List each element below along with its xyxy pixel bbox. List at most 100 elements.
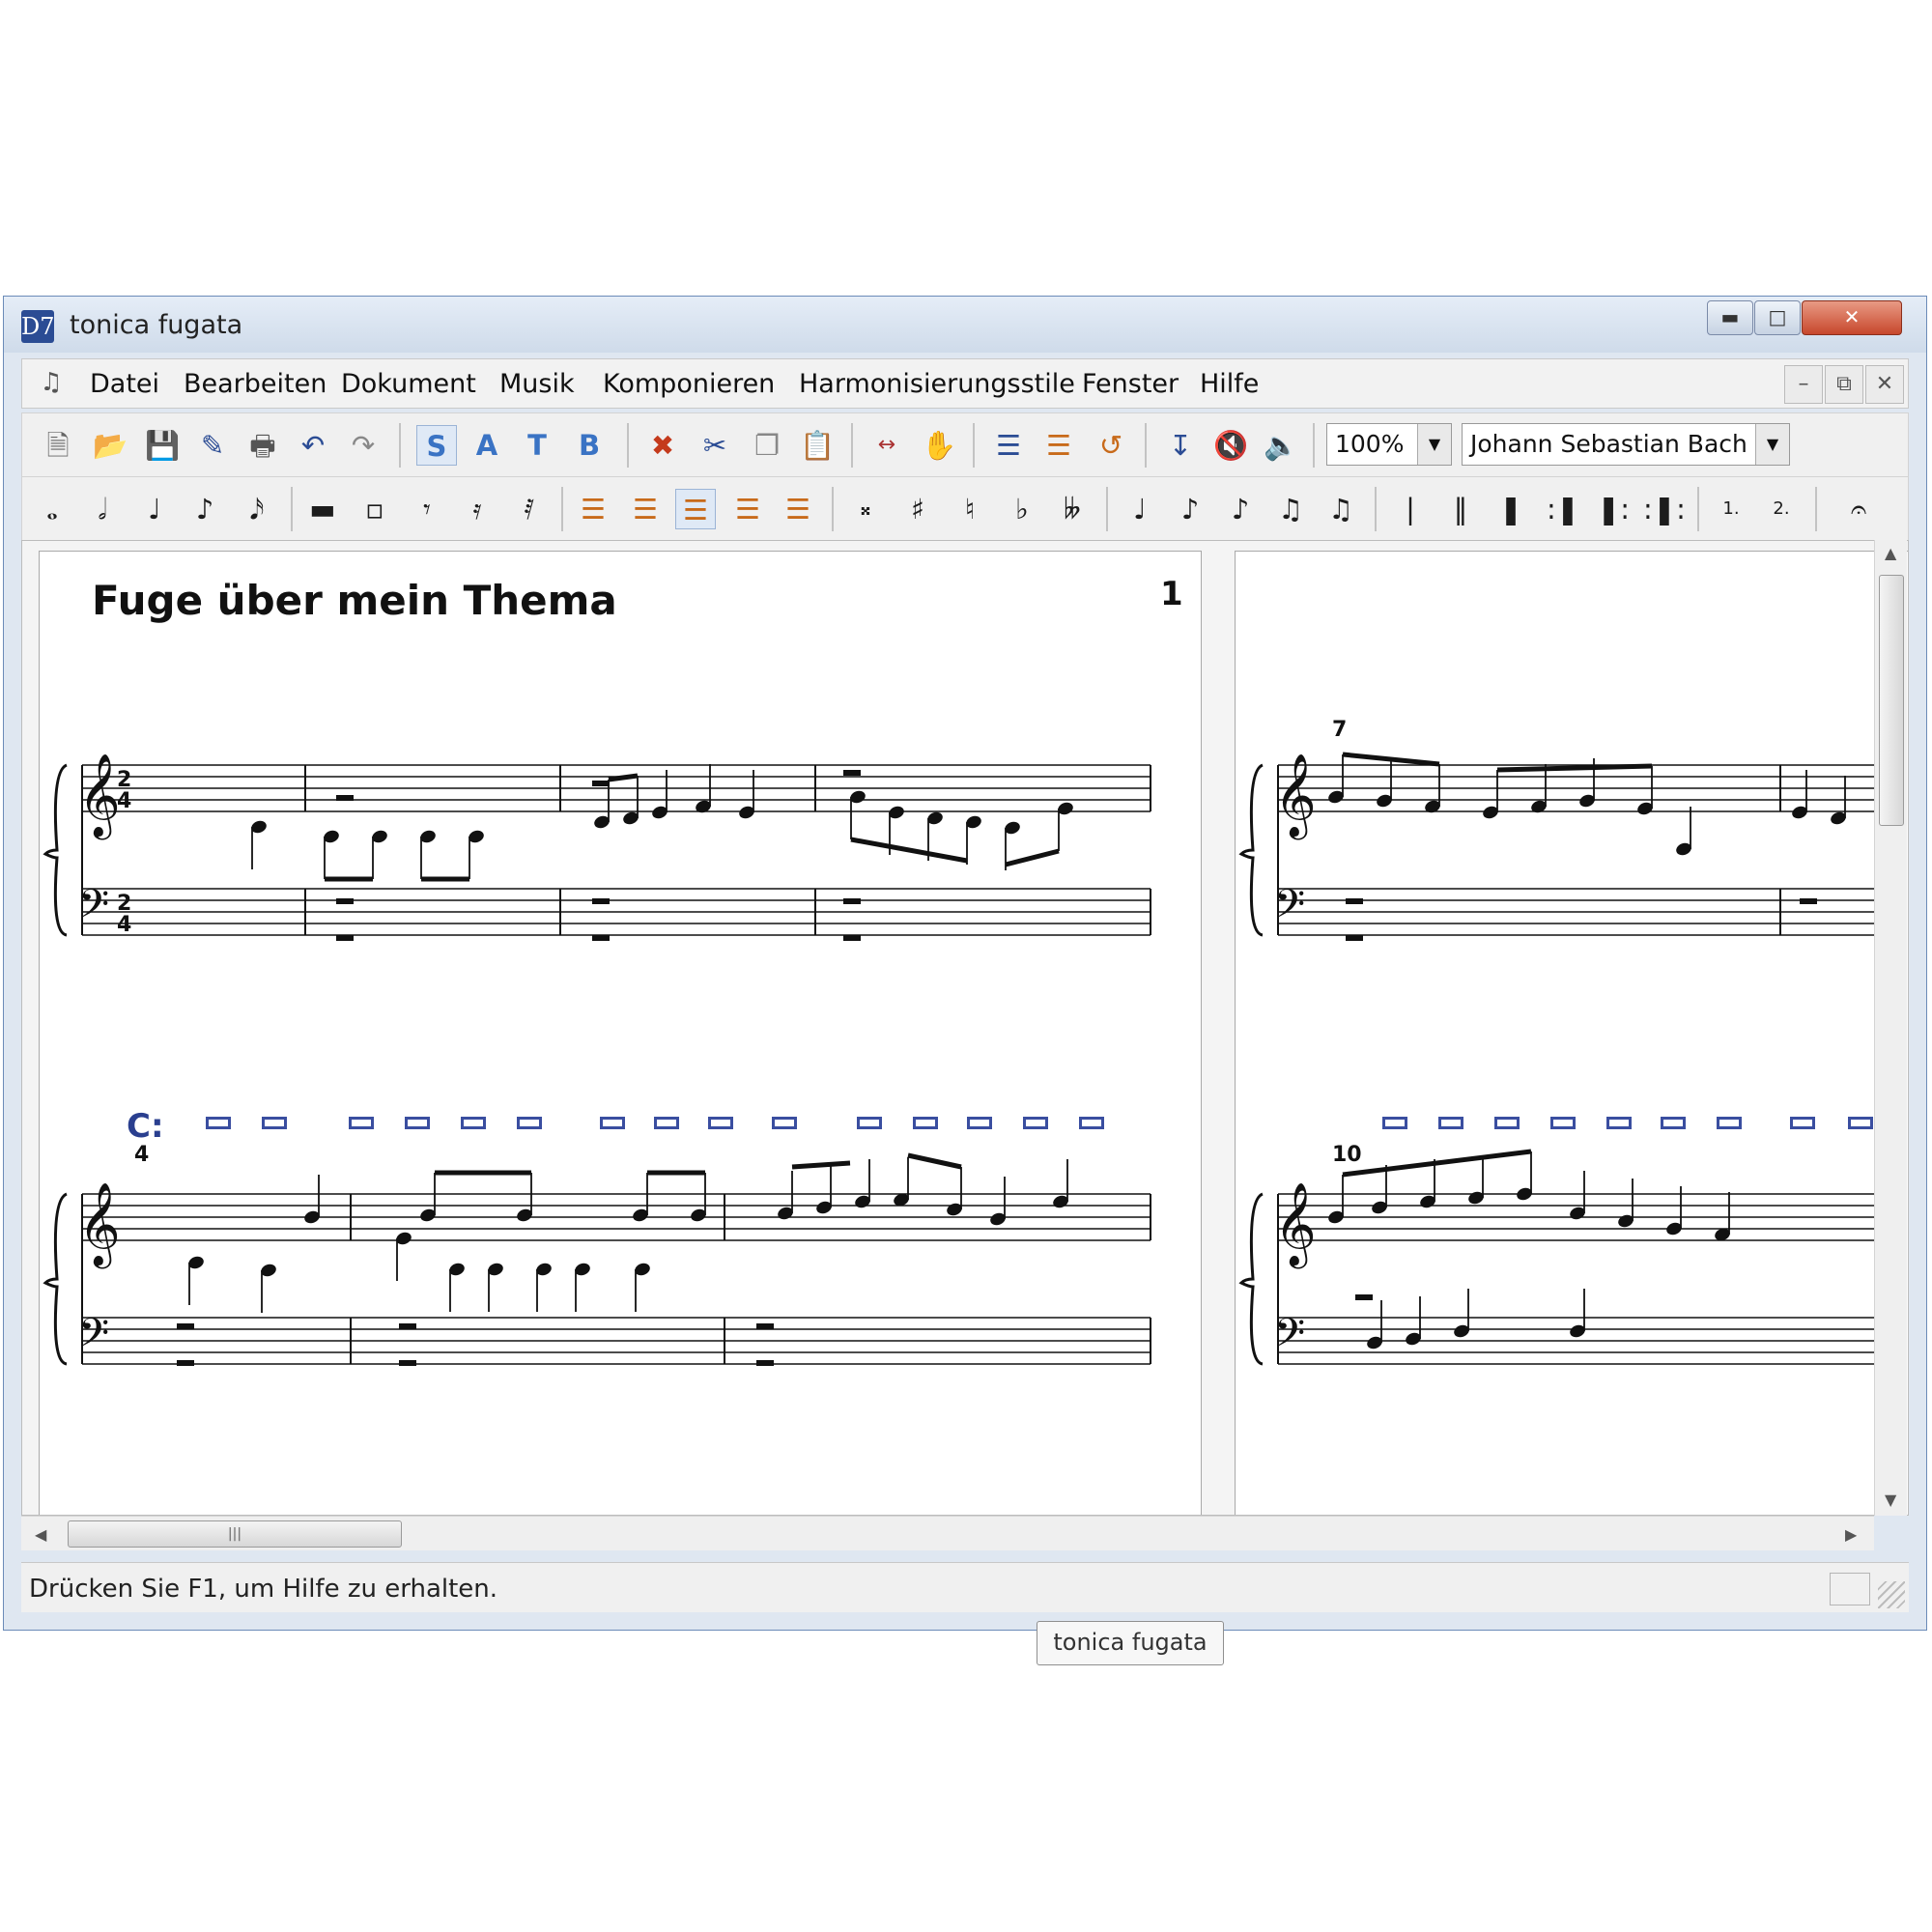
menu-bearbeiten[interactable]: Bearbeiten bbox=[184, 369, 327, 399]
whole-note-icon[interactable]: 𝅝 bbox=[32, 489, 72, 529]
staff-wrap-icon[interactable]: ↺ bbox=[1091, 425, 1131, 466]
staff-layout-icon[interactable]: ☰ bbox=[1038, 425, 1079, 466]
sixteenth-note-icon[interactable]: 𝅘𝅥𝅯 bbox=[237, 489, 277, 529]
scroll-left-icon[interactable]: ◀ bbox=[35, 1525, 46, 1544]
chord-slot[interactable] bbox=[1790, 1117, 1815, 1129]
chord-slot[interactable] bbox=[1848, 1117, 1873, 1129]
dotted-note-icon[interactable]: ♩ bbox=[1120, 489, 1160, 529]
child-minimize-button[interactable]: – bbox=[1784, 365, 1823, 404]
menu-harmonisierungsstile[interactable]: Harmonisierungsstile bbox=[799, 369, 1075, 399]
redo-icon[interactable]: ↷ bbox=[343, 425, 384, 466]
new-document-icon[interactable]: 🗎 bbox=[38, 425, 78, 466]
score-view[interactable]: Fuge über mein Thema 1 C: 4 7 10 𝄞 𝄢 2 4 2 4 𝄞… bbox=[21, 540, 1909, 1516]
chord-slot[interactable] bbox=[206, 1117, 231, 1129]
staff-style-5-icon[interactable]: ☰ bbox=[778, 489, 818, 529]
chord-slot[interactable] bbox=[1494, 1117, 1520, 1129]
chord-slot[interactable] bbox=[262, 1117, 287, 1129]
close-button[interactable]: ✕ bbox=[1802, 300, 1902, 335]
print-icon[interactable]: 🖶 bbox=[242, 425, 283, 466]
quarter-rest-icon[interactable]: 𝄾 bbox=[407, 489, 447, 529]
menu-musik[interactable]: Musik bbox=[499, 369, 575, 399]
half-note-icon[interactable]: 𝅗𝅥 bbox=[82, 489, 123, 529]
horizontal-scroll-thumb[interactable]: ||| bbox=[68, 1520, 402, 1548]
staff-style-1-icon[interactable]: ☰ bbox=[573, 489, 613, 529]
child-restore-button[interactable]: ⧉ bbox=[1825, 365, 1863, 404]
chord-slot[interactable] bbox=[913, 1117, 938, 1129]
chord-slot[interactable] bbox=[857, 1117, 882, 1129]
repeat-start-icon[interactable]: ❚: bbox=[1593, 489, 1634, 529]
paste-icon[interactable]: 📋 bbox=[797, 425, 838, 466]
eighth-rest-icon[interactable]: 𝄿 bbox=[457, 489, 497, 529]
menu-dokument[interactable]: Dokument bbox=[341, 369, 476, 399]
eighth-note-icon[interactable]: ♪ bbox=[185, 489, 225, 529]
staff-lines-icon[interactable]: ☰ bbox=[988, 425, 1029, 466]
mute-icon[interactable]: 🔇 bbox=[1210, 425, 1251, 466]
speaker-icon[interactable]: 🔈 bbox=[1261, 425, 1301, 466]
open-folder-icon[interactable]: 📂 bbox=[90, 425, 130, 466]
chord-slot[interactable] bbox=[967, 1117, 992, 1129]
sharp-icon[interactable]: ♯ bbox=[897, 489, 938, 529]
volta-1-icon[interactable]: 1. bbox=[1711, 489, 1751, 529]
fermata-icon[interactable]: 𝄐 bbox=[1838, 489, 1879, 529]
half-rest-icon[interactable]: ▫ bbox=[355, 489, 395, 529]
quarter-note-icon[interactable]: ♩ bbox=[134, 489, 175, 529]
chevron-down-icon[interactable]: ▼ bbox=[1755, 424, 1789, 465]
chord-slot[interactable] bbox=[600, 1117, 625, 1129]
barline-final-icon[interactable]: ❚ bbox=[1491, 489, 1531, 529]
ornament-1-icon[interactable]: ♪ bbox=[1170, 489, 1210, 529]
save-as-icon[interactable]: ✎ bbox=[192, 425, 233, 466]
horizontal-scrollbar[interactable]: ◀ ||| ▶ bbox=[21, 1516, 1874, 1550]
chord-slot[interactable] bbox=[405, 1117, 430, 1129]
cut-icon[interactable]: ✂ bbox=[695, 425, 735, 466]
voice-soprano-button[interactable]: S bbox=[416, 425, 457, 466]
double-flat-icon[interactable]: 𝄫 bbox=[1052, 489, 1093, 529]
menu-komponieren[interactable]: Komponieren bbox=[603, 369, 775, 399]
maximize-button[interactable]: □ bbox=[1754, 300, 1801, 335]
barline-single-icon[interactable]: | bbox=[1390, 489, 1431, 529]
flat-icon[interactable]: ♭ bbox=[1002, 489, 1042, 529]
ornament-2-icon[interactable]: ♪ bbox=[1220, 489, 1261, 529]
volta-2-icon[interactable]: 2. bbox=[1761, 489, 1802, 529]
ornament-4-icon[interactable]: ♫ bbox=[1321, 489, 1361, 529]
scroll-right-icon[interactable]: ▶ bbox=[1845, 1525, 1857, 1544]
chord-slot[interactable] bbox=[1717, 1117, 1742, 1129]
chord-slot[interactable] bbox=[1023, 1117, 1048, 1129]
style-select[interactable]: Johann Sebastian Bach II ▼ bbox=[1462, 423, 1790, 466]
chevron-down-icon[interactable]: ▼ bbox=[1417, 424, 1451, 465]
document-music-icon[interactable]: ♫ bbox=[34, 366, 69, 399]
chord-slot[interactable] bbox=[349, 1117, 374, 1129]
chord-slot[interactable] bbox=[1661, 1117, 1686, 1129]
chord-slot[interactable] bbox=[654, 1117, 679, 1129]
chord-slot[interactable] bbox=[1606, 1117, 1632, 1129]
minimize-button[interactable]: ▬ bbox=[1707, 300, 1753, 335]
repeat-end-icon[interactable]: :❚ bbox=[1543, 489, 1583, 529]
vertical-scroll-thumb[interactable] bbox=[1879, 575, 1904, 826]
scroll-down-icon[interactable]: ▼ bbox=[1885, 1491, 1896, 1509]
menu-hilfe[interactable]: Hilfe bbox=[1200, 369, 1259, 399]
staff-style-4-icon[interactable]: ☰ bbox=[727, 489, 768, 529]
spacing-icon[interactable]: ↔ bbox=[867, 425, 907, 466]
chord-slot[interactable] bbox=[1550, 1117, 1576, 1129]
whole-rest-icon[interactable]: ▬ bbox=[302, 489, 343, 529]
delete-icon[interactable]: ✖ bbox=[642, 425, 683, 466]
voice-leading-icon[interactable]: ✋ bbox=[919, 425, 959, 466]
save-icon[interactable]: 💾 bbox=[142, 425, 183, 466]
menu-fenster[interactable]: Fenster bbox=[1082, 369, 1179, 399]
barline-double-icon[interactable]: ‖ bbox=[1440, 489, 1481, 529]
staff-style-2-icon[interactable]: ☰ bbox=[625, 489, 666, 529]
double-sharp-icon[interactable]: 𝄪 bbox=[845, 489, 886, 529]
undo-icon[interactable]: ↶ bbox=[293, 425, 333, 466]
staff-style-3-icon[interactable]: ☰ bbox=[675, 489, 716, 529]
chord-slot[interactable] bbox=[772, 1117, 797, 1129]
zoom-select[interactable]: 100% ▼ bbox=[1326, 423, 1452, 466]
repeat-both-icon[interactable]: :❚: bbox=[1643, 489, 1686, 529]
sixteenth-rest-icon[interactable]: 𝅀 bbox=[509, 489, 550, 529]
voice-alto-button[interactable]: A bbox=[467, 425, 507, 466]
copy-icon[interactable]: ❐ bbox=[747, 425, 787, 466]
vertical-scrollbar[interactable]: ▲ ▼ bbox=[1874, 540, 1907, 1516]
chord-slot[interactable] bbox=[708, 1117, 733, 1129]
resize-grip-icon[interactable] bbox=[1878, 1581, 1905, 1608]
voice-bass-button[interactable]: B bbox=[569, 425, 610, 466]
natural-icon[interactable]: ♮ bbox=[950, 489, 990, 529]
title-bar[interactable]: D7 tonica fugata ▬ □ ✕ bbox=[4, 297, 1926, 353]
